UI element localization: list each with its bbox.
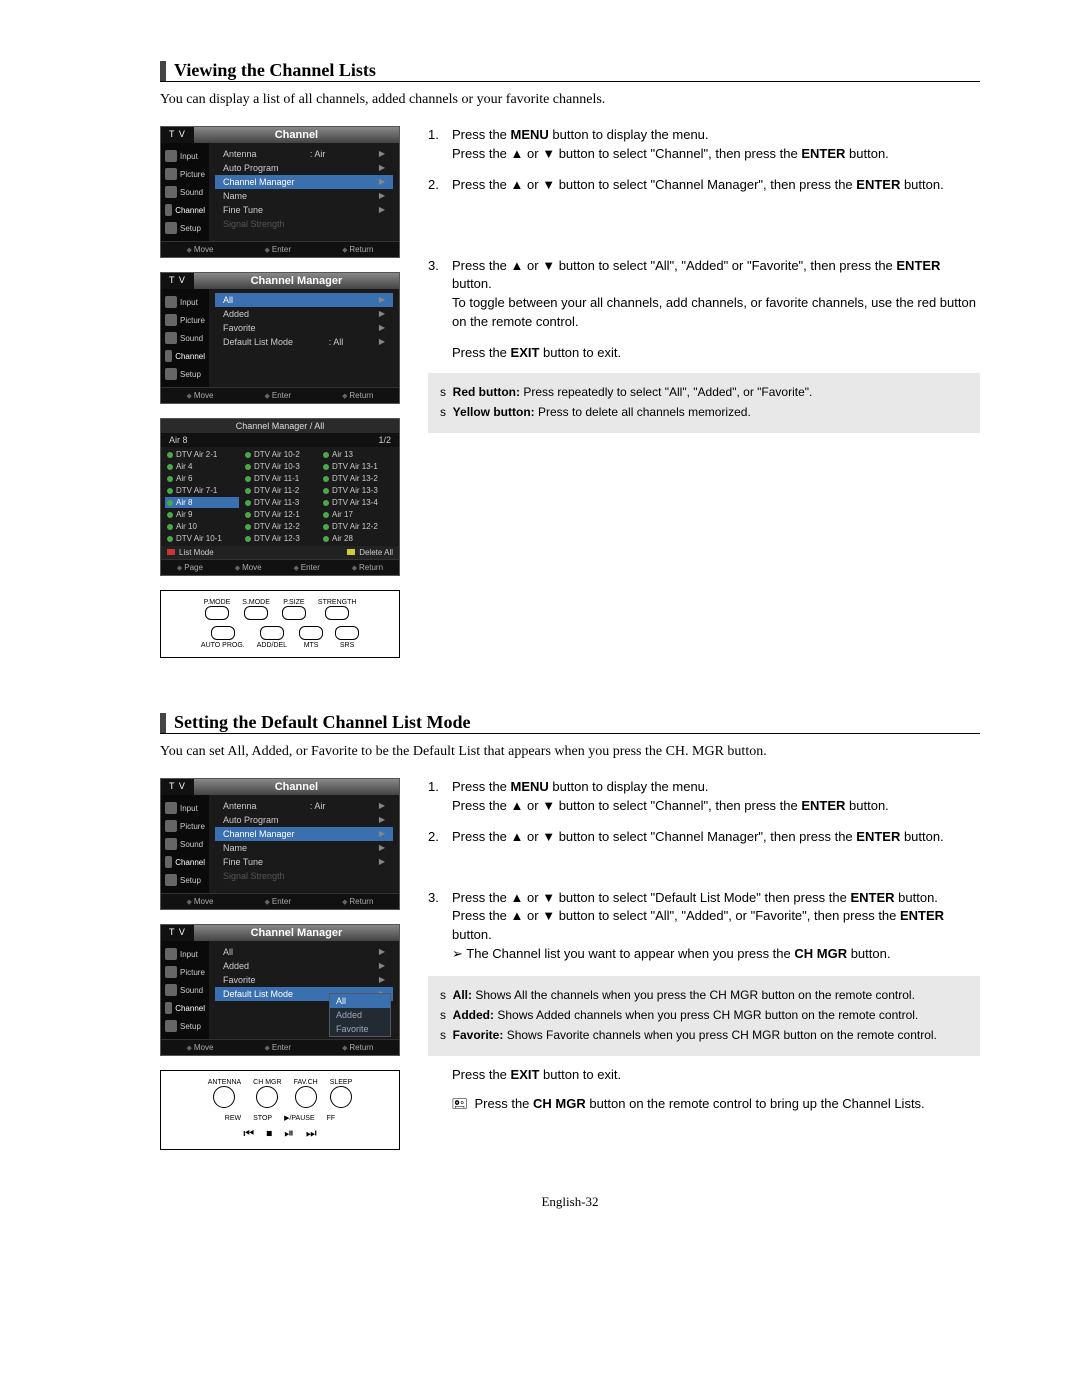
dropdown: All Added Favorite: [329, 993, 391, 1037]
setup-icon: [165, 222, 177, 234]
channel-icon: [165, 204, 172, 216]
channel-item: Air 4: [165, 461, 239, 472]
channel-item: DTV Air 13-1: [321, 461, 395, 472]
intro-text: You can display a list of all channels, …: [160, 92, 980, 108]
remote-icon: 🖭: [452, 1096, 471, 1111]
channel-item: Air 17: [321, 509, 395, 520]
channel-item: DTV Air 12-2: [243, 521, 317, 532]
channel-item: DTV Air 13-4: [321, 497, 395, 508]
osd-sidebar: Input Picture Sound Channel Setup: [161, 143, 209, 241]
channel-item: Air 6: [165, 473, 239, 484]
remote-icon-note: 🖭 Press the CH MGR button on the remote …: [452, 1095, 980, 1114]
section-header: Setting the Default Channel List Mode: [160, 712, 980, 734]
input-icon: [165, 948, 177, 960]
channel-item: DTV Air 10-3: [243, 461, 317, 472]
note-box: s Red button: Press repeatedly to select…: [428, 373, 980, 433]
setup-icon: [165, 368, 177, 380]
sound-icon: [165, 186, 177, 198]
sound-icon: [165, 332, 177, 344]
picture-icon: [165, 820, 177, 832]
channel-item: Air 8: [165, 497, 239, 508]
setup-icon: [165, 1020, 177, 1032]
channel-item: DTV Air 2-1: [165, 449, 239, 460]
channel-item: DTV Air 10-2: [243, 449, 317, 460]
channel-item: DTV Air 13-3: [321, 485, 395, 496]
sound-icon: [165, 984, 177, 996]
channel-item: Air 10: [165, 521, 239, 532]
step-body: Press the MENU button to display the men…: [452, 126, 980, 164]
channel-item: DTV Air 13-2: [321, 473, 395, 484]
channel-item: Air 28: [321, 533, 395, 544]
tv-tab: T V: [161, 127, 194, 143]
input-icon: [165, 150, 177, 162]
channel-item: DTV Air 12-1: [243, 509, 317, 520]
setup-icon: [165, 874, 177, 886]
picture-icon: [165, 168, 177, 180]
accent-bar: [160, 61, 166, 81]
osd-channel-manager-dropdown: T V Channel Manager Input Picture Sound …: [160, 924, 400, 1056]
channel-item: Air 9: [165, 509, 239, 520]
remote-diagram-2: ANTENNA CH MGR FAV.CH SLEEP REW STOP ▶/P…: [160, 1070, 400, 1150]
note-box: s All: Shows All the channels when you p…: [428, 976, 980, 1056]
channel-icon: [165, 856, 172, 868]
channel-item: DTV Air 7-1: [165, 485, 239, 496]
remote-diagram-1: P.MODE S.MODE P.SIZE STRENGTH AUTO PROG.…: [160, 590, 400, 658]
osd-channel-menu-2: T V Channel Input Picture Sound Channel …: [160, 778, 400, 910]
input-icon: [165, 802, 177, 814]
page-number: English-32: [160, 1194, 980, 1210]
osd-title: Channel: [194, 127, 399, 143]
section-header: Viewing the Channel Lists: [160, 60, 980, 82]
osd-channel-manager-menu: T V Channel Manager Input Picture Sound …: [160, 272, 400, 404]
channel-icon: [165, 1002, 172, 1014]
osd-channel-menu: T V Channel Input Picture Sound Channel …: [160, 126, 400, 258]
channel-item: DTV Air 12-2: [321, 521, 395, 532]
picture-icon: [165, 314, 177, 326]
channel-item: DTV Air 10-1: [165, 533, 239, 544]
channel-icon: [165, 350, 172, 362]
input-icon: [165, 296, 177, 308]
step-number: 1.: [428, 126, 452, 164]
channel-item: DTV Air 11-3: [243, 497, 317, 508]
sound-icon: [165, 838, 177, 850]
channel-item: Air 13: [321, 449, 395, 460]
channel-item: DTV Air 11-1: [243, 473, 317, 484]
channel-item: DTV Air 11-2: [243, 485, 317, 496]
picture-icon: [165, 966, 177, 978]
osd-channel-list-grid: Channel Manager / All Air 8 1/2 DTV Air …: [160, 418, 400, 576]
section-title: Viewing the Channel Lists: [174, 60, 376, 81]
channel-item: DTV Air 12-3: [243, 533, 317, 544]
